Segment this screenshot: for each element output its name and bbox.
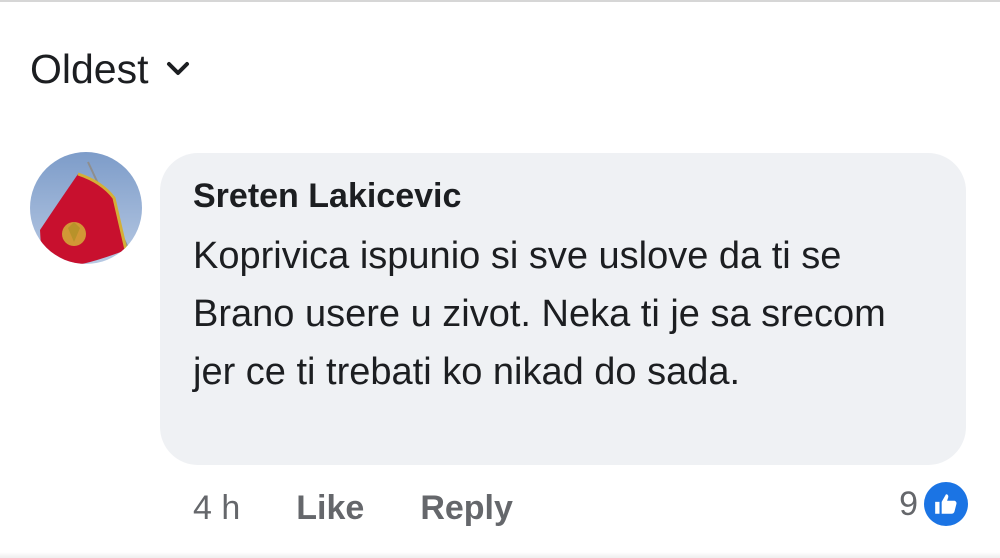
top-divider xyxy=(0,0,1000,2)
chevron-down-icon xyxy=(163,54,193,84)
like-button[interactable]: Like xyxy=(296,486,364,530)
reply-button[interactable]: Reply xyxy=(420,486,513,530)
reaction-summary[interactable]: 9 xyxy=(899,482,968,526)
reaction-count: 9 xyxy=(899,485,918,523)
montenegro-flag-icon xyxy=(30,152,142,264)
bottom-divider xyxy=(0,552,1000,558)
comment-actions: 4 h Like Reply xyxy=(193,486,569,530)
sort-label: Oldest xyxy=(30,46,149,92)
comment-author-name[interactable]: Sreten Lakicevic xyxy=(193,175,461,217)
avatar[interactable] xyxy=(30,152,142,264)
sort-comments-dropdown[interactable]: Oldest xyxy=(30,44,193,94)
comment-bubble: Sreten Lakicevic Koprivica ispunio si sv… xyxy=(160,153,966,465)
comment-timestamp[interactable]: 4 h xyxy=(193,486,240,530)
comment-text: Koprivica ispunio si sve uslove da ti se… xyxy=(193,235,886,393)
like-icon xyxy=(924,482,968,526)
